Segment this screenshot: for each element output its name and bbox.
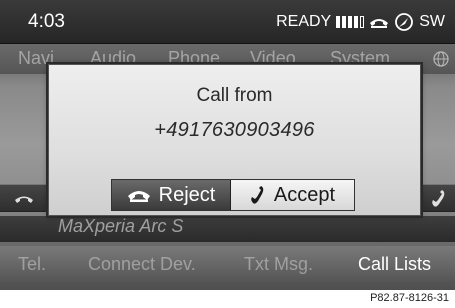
call-accept-icon bbox=[251, 186, 264, 204]
signal-icon bbox=[336, 16, 365, 28]
contact-name: MaXperia Arc S bbox=[58, 216, 184, 236]
submenu-item-call-lists[interactable]: Call Lists bbox=[358, 254, 431, 275]
status-indicators: READY SW bbox=[276, 12, 445, 32]
reject-label: Reject bbox=[158, 183, 216, 206]
ready-label: READY bbox=[276, 13, 332, 30]
accept-button[interactable]: Accept bbox=[231, 180, 354, 210]
dialog-title: Call from bbox=[196, 85, 273, 106]
clock: 4:03 bbox=[28, 11, 65, 32]
contact-row[interactable]: MaXperia Arc S bbox=[0, 216, 455, 242]
call-accept-icon bbox=[432, 190, 445, 207]
head-unit-screen: 4:03 READY SW Navi Audio Phone Video Sys… bbox=[0, 0, 455, 290]
phone-icon bbox=[370, 19, 389, 28]
submenu-item-tel[interactable]: Tel. bbox=[18, 254, 46, 275]
submenu-item-txt-msg[interactable]: Txt Msg. bbox=[244, 254, 313, 275]
caller-number: +4917630903496 bbox=[154, 119, 315, 141]
compass-icon bbox=[395, 13, 414, 31]
accept-label: Accept bbox=[273, 183, 336, 206]
figure-caption: P82.87-8126-31 bbox=[370, 292, 449, 304]
direction-label: SW bbox=[419, 13, 445, 30]
globe-icon[interactable] bbox=[433, 51, 449, 67]
call-action-buttons: Reject Accept bbox=[111, 179, 355, 211]
incoming-call-dialog: Call from +4917630903496 Reject Accept bbox=[48, 64, 421, 216]
reject-button[interactable]: Reject bbox=[112, 180, 232, 210]
hang-up-icon bbox=[127, 191, 150, 202]
hang-up-icon bbox=[15, 196, 33, 203]
submenu-item-connect-dev[interactable]: Connect Dev. bbox=[88, 254, 196, 275]
sub-menu: Tel. Connect Dev. Txt Msg. Call Lists bbox=[0, 246, 455, 282]
status-bar: 4:03 READY SW bbox=[0, 0, 455, 44]
